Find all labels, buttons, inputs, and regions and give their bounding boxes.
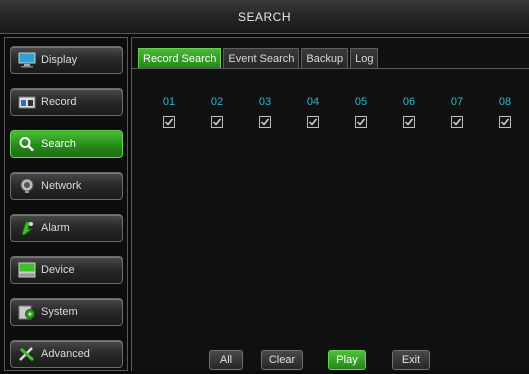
channel-number: 07 xyxy=(450,96,464,108)
search-icon xyxy=(17,135,37,153)
sidebar-item-label: Device xyxy=(41,264,75,276)
channel-06: 06 xyxy=(394,96,424,128)
exit-button[interactable]: Exit xyxy=(392,350,430,370)
channel-number: 03 xyxy=(258,96,272,108)
check-icon xyxy=(501,118,510,126)
sidebar-item-advanced[interactable]: Advanced xyxy=(10,340,123,368)
system-icon xyxy=(17,303,37,321)
check-icon xyxy=(213,118,222,126)
sidebar-item-network[interactable]: Network xyxy=(10,172,123,200)
advanced-tools-icon xyxy=(17,345,37,363)
sidebar-item-record[interactable]: Record xyxy=(10,88,123,116)
window-title: SEARCH xyxy=(237,9,291,24)
channel-03: 03 xyxy=(250,96,280,128)
channel-number: 04 xyxy=(306,96,320,108)
network-icon xyxy=(17,177,37,195)
channel-checkbox[interactable] xyxy=(163,116,175,128)
channel-checkbox[interactable] xyxy=(403,116,415,128)
check-icon xyxy=(261,118,270,126)
sidebar-item-label: Display xyxy=(41,54,78,66)
clear-button[interactable]: Clear xyxy=(261,350,303,370)
sidebar-item-label: Advanced xyxy=(41,348,90,360)
check-icon xyxy=(165,118,174,126)
tab-log[interactable]: Log xyxy=(350,48,379,68)
channel-checkbox[interactable] xyxy=(259,116,271,128)
channel-checkbox[interactable] xyxy=(355,116,367,128)
channel-number: 08 xyxy=(498,96,512,108)
tab-record-search[interactable]: Record Search xyxy=(138,48,222,68)
channel-01: 01 xyxy=(154,96,184,128)
sidebar: Display Record Search Network Alarm Devi… xyxy=(4,37,128,371)
record-icon xyxy=(17,93,37,111)
channel-checkbox[interactable] xyxy=(211,116,223,128)
check-icon xyxy=(309,118,318,126)
channel-05: 05 xyxy=(346,96,376,128)
search-panel: Record Search Event Search Backup Log 01… xyxy=(131,37,529,371)
channel-checkbox[interactable] xyxy=(499,116,511,128)
sidebar-item-label: Record xyxy=(41,96,77,108)
check-icon xyxy=(405,118,414,126)
sidebar-item-label: Alarm xyxy=(41,222,70,234)
channel-04: 04 xyxy=(298,96,328,128)
channel-number: 01 xyxy=(162,96,176,108)
tab-event-search[interactable]: Event Search xyxy=(223,48,300,68)
monitor-icon xyxy=(17,51,37,69)
channel-number: 06 xyxy=(402,96,416,108)
sidebar-item-device[interactable]: Device xyxy=(10,256,123,284)
channel-02: 02 xyxy=(202,96,232,128)
device-icon xyxy=(17,261,37,279)
channel-07: 07 xyxy=(442,96,472,128)
channel-number: 02 xyxy=(210,96,224,108)
tab-divider xyxy=(132,68,529,69)
channel-checkbox[interactable] xyxy=(307,116,319,128)
sidebar-item-label: Network xyxy=(41,180,82,192)
tab-bar: Record Search Event Search Backup Log xyxy=(138,48,379,68)
channel-08: 08 xyxy=(490,96,520,128)
check-icon xyxy=(453,118,462,126)
all-button[interactable]: All xyxy=(209,350,243,370)
check-icon xyxy=(357,118,366,126)
alarm-icon xyxy=(17,219,37,237)
title-bar: SEARCH xyxy=(0,0,529,34)
sidebar-item-search[interactable]: Search xyxy=(10,130,123,158)
sidebar-item-label: Search xyxy=(41,138,76,150)
sidebar-item-system[interactable]: System xyxy=(10,298,123,326)
tab-backup[interactable]: Backup xyxy=(301,48,349,68)
play-button[interactable]: Play xyxy=(328,350,366,370)
sidebar-item-display[interactable]: Display xyxy=(10,46,123,74)
channel-checkbox[interactable] xyxy=(451,116,463,128)
sidebar-item-alarm[interactable]: Alarm xyxy=(10,214,123,242)
sidebar-item-label: System xyxy=(41,306,78,318)
channel-number: 05 xyxy=(354,96,368,108)
